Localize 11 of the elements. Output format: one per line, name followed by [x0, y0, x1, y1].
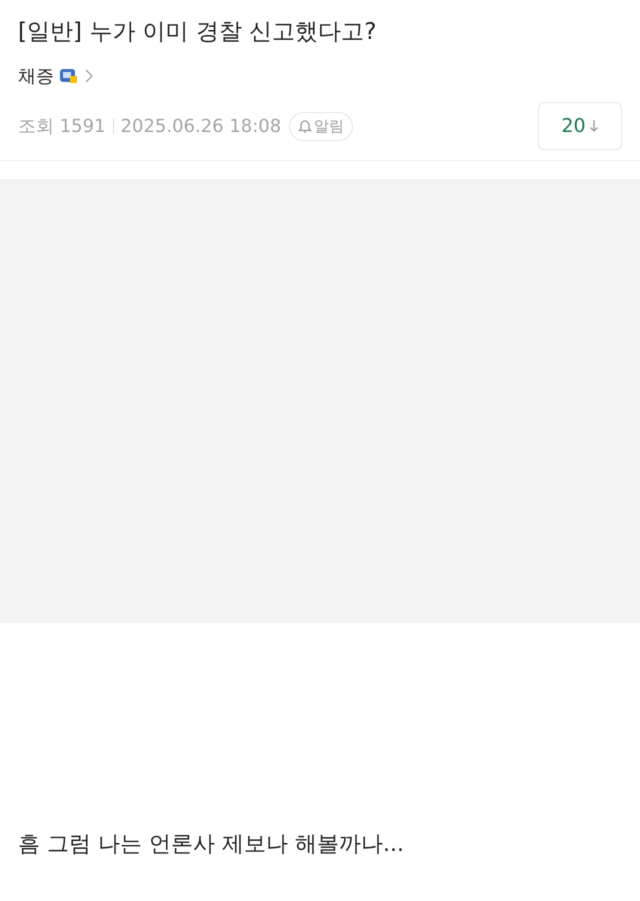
- notify-button[interactable]: 알림: [289, 112, 354, 140]
- badge-icon: [60, 68, 78, 84]
- chevron-right-icon[interactable]: [84, 68, 94, 84]
- author-name[interactable]: 채증: [18, 64, 54, 88]
- arrow-down-icon: [588, 119, 599, 133]
- post-body-text: 흠 그럼 나는 언론사 제보나 해볼까나...: [17, 831, 405, 859]
- post-date: 2025.06.26 18:08: [120, 116, 282, 136]
- comment-count-button[interactable]: 20: [538, 102, 622, 150]
- bell-icon: [298, 118, 312, 134]
- views-label: 조회 1591: [18, 115, 106, 138]
- post-title: [일반] 누가 이미 경찰 신고했다고?: [18, 18, 378, 47]
